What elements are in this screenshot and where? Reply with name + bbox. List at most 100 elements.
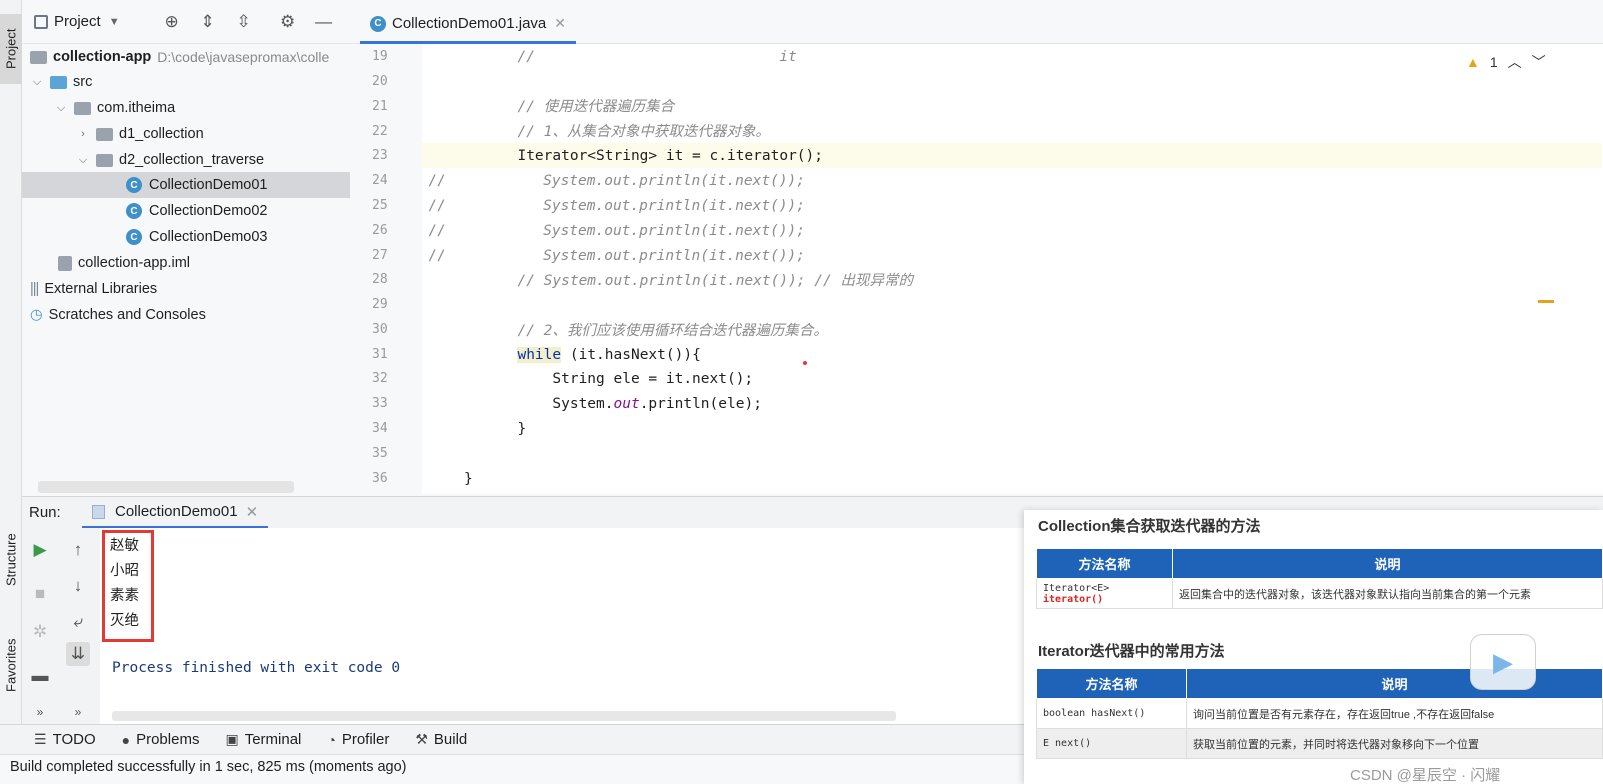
slide-title-collection: Collection集合获取迭代器的方法	[1038, 518, 1261, 535]
tree-item-scratches[interactable]: ◷ Scratches and Consoles	[22, 302, 358, 328]
layout-icon[interactable]: ▬	[28, 664, 52, 688]
method-cell: boolean hasNext()	[1036, 698, 1187, 729]
method-cell: Iterator<E> iterator()	[1036, 578, 1173, 609]
locate-icon[interactable]: ⊕	[162, 12, 182, 32]
chevron-down-icon[interactable]: ⌵	[54, 102, 68, 115]
warning-icon: ▲	[1466, 54, 1480, 70]
chevron-up-icon[interactable]: ︿	[1508, 52, 1522, 72]
soft-wrap-icon[interactable]: ⤶	[66, 610, 90, 634]
desc-cell: 获取当前位置的元素，并同时将迭代器对象移向下一个位置	[1186, 728, 1603, 759]
console-output[interactable]: 赵敏 小昭 素素 灭绝 Process finished with exit c…	[100, 528, 1025, 724]
collapse-all-icon[interactable]: ⇳	[234, 12, 254, 32]
hammer-icon: ⚒	[415, 731, 428, 747]
project-view-selector[interactable]: Project	[54, 13, 101, 30]
line-number: 30	[372, 322, 388, 337]
rerun-icon[interactable]: ▶	[28, 538, 52, 562]
scroll-to-end-icon[interactable]: ⇊	[66, 642, 90, 666]
tab-run-collectiondemo01[interactable]: CollectionDemo01 ✕	[82, 497, 269, 529]
structure-side-tab[interactable]: Structure	[0, 520, 22, 600]
tree-item-demo03[interactable]: C CollectionDemo03	[22, 224, 358, 250]
line-number: 24	[372, 173, 388, 188]
chevron-down-icon[interactable]: ⌵	[76, 154, 90, 167]
tree-item-label: External Libraries	[44, 281, 158, 297]
more-icon[interactable]: »	[28, 700, 52, 724]
tree-item-label: com.itheima	[97, 100, 176, 116]
library-icon: |||	[30, 281, 39, 297]
code-line-19: // it	[422, 44, 1602, 69]
tree-item-d1[interactable]: › d1_collection	[22, 121, 358, 147]
tree-item-demo01[interactable]: C CollectionDemo01	[22, 172, 358, 198]
tree-item-src[interactable]: ⌵ src	[22, 69, 358, 95]
code-line-30: // 2、我们应该使用循环结合迭代器遍历集合。	[422, 317, 1602, 342]
tree-horizontal-scrollbar[interactable]	[38, 481, 294, 493]
line-gutter: 19 20 21 22 23 24 25 26 27 28 29 30 31 3…	[350, 44, 422, 494]
scrollbar-marker[interactable]	[1538, 300, 1554, 303]
line-number: 20	[372, 74, 388, 89]
stop-icon[interactable]: ■	[28, 582, 52, 606]
console-horizontal-scrollbar[interactable]	[112, 711, 896, 721]
code-line-25: // System.out.println(it.next());	[422, 193, 1602, 218]
tree-item-label: collection-app.iml	[78, 255, 191, 271]
tree-item-label: CollectionDemo01	[149, 177, 268, 193]
project-side-tab[interactable]: Project	[0, 14, 22, 84]
video-play-button[interactable]: ▶	[1470, 634, 1536, 690]
todo-label: TODO	[52, 731, 96, 748]
terminal-tab[interactable]: ▣ Terminal	[225, 731, 301, 748]
tree-root[interactable]: collection-app D:\code\javasepromax\coll…	[22, 44, 358, 70]
expand-all-icon[interactable]: ⇕	[198, 12, 218, 32]
tree-item-label: Scratches and Consoles	[48, 307, 206, 323]
line-number: 23	[372, 148, 388, 163]
close-icon[interactable]: ✕	[554, 15, 566, 32]
method-cell: E next()	[1036, 728, 1187, 759]
arrow-down-icon[interactable]: ↓	[66, 574, 90, 598]
tree-item-external-libraries[interactable]: ||| External Libraries	[22, 276, 358, 302]
collection-methods-table: 方法名称 说明 Iterator<E> iterator() 返回集合中的迭代器…	[1036, 548, 1603, 609]
code-editor[interactable]: 19 20 21 22 23 24 25 26 27 28 29 30 31 3…	[38, 44, 1603, 537]
tree-item-label: src	[73, 74, 93, 90]
tree-item-d2[interactable]: ⌵ d2_collection_traverse	[22, 147, 358, 173]
build-tab[interactable]: ⚒ Build	[415, 731, 467, 748]
todo-tab[interactable]: ☰ TODO	[34, 731, 96, 748]
table-row: Iterator<E> iterator() 返回集合中的迭代器对象，该迭代器对…	[1036, 578, 1603, 609]
project-toolbar: Project ▼ ⊕ ⇕ ⇳ ⚙ —	[22, 0, 358, 44]
chevron-down-icon[interactable]: ⌵	[30, 76, 44, 89]
run-config-icon	[92, 504, 105, 519]
profiler-label: Profiler	[341, 731, 390, 748]
gear-icon[interactable]: ⚙	[278, 12, 298, 32]
tree-item-label: CollectionDemo03	[149, 229, 268, 245]
code-comment: //	[428, 222, 446, 239]
chevron-down-icon[interactable]: ﹀	[1532, 52, 1546, 72]
keyword-while: while	[517, 346, 562, 363]
cursor-dot	[803, 361, 807, 365]
code-comment: System.out.println(it.next());	[499, 222, 806, 239]
file-icon	[58, 255, 72, 271]
code-comment: System.out.println(it.next());	[499, 172, 806, 189]
debug-icon[interactable]: ✲	[28, 620, 52, 644]
table-row: E next() 获取当前位置的元素，并同时将迭代器对象移向下一个位置	[1036, 728, 1603, 759]
code-comment: //	[428, 197, 446, 214]
line-number: 31	[372, 347, 388, 362]
close-icon[interactable]: ✕	[246, 503, 259, 521]
tab-collectiondemo01[interactable]: C CollectionDemo01.java ✕	[360, 6, 576, 44]
arrow-up-icon[interactable]: ↑	[66, 538, 90, 562]
output-line: 灭绝	[110, 613, 139, 629]
inspection-widget[interactable]: ▲ 1 ︿ ﹀	[1466, 52, 1546, 72]
hide-icon[interactable]: —	[314, 12, 334, 32]
chevron-down-icon[interactable]: ▼	[109, 16, 120, 28]
code-text: String ele = it.next();	[500, 370, 754, 387]
tree-item-iml[interactable]: collection-app.iml	[22, 250, 358, 276]
line-number: 19	[372, 49, 388, 64]
tree-item-package[interactable]: ⌵ com.itheima	[22, 95, 358, 121]
more-icon[interactable]: »	[66, 700, 90, 724]
chevron-right-icon[interactable]: ›	[76, 128, 90, 140]
problems-tab[interactable]: ● Problems	[122, 731, 200, 748]
table-row: boolean hasNext() 询问当前位置是否有元素存在，存在返回true…	[1036, 698, 1603, 729]
code-comment: // System.out.println(it.next()); // 出现异…	[500, 273, 913, 289]
tree-item-demo02[interactable]: C CollectionDemo02	[22, 198, 358, 224]
table-header: 方法名称	[1036, 668, 1187, 699]
profiler-tab[interactable]: ◔ Profiler	[327, 731, 389, 748]
source-folder-icon	[50, 75, 67, 89]
problems-label: Problems	[136, 731, 200, 748]
code-text: (it.hasNext()){	[561, 346, 701, 363]
favorites-side-tab[interactable]: Favorites	[0, 625, 22, 705]
